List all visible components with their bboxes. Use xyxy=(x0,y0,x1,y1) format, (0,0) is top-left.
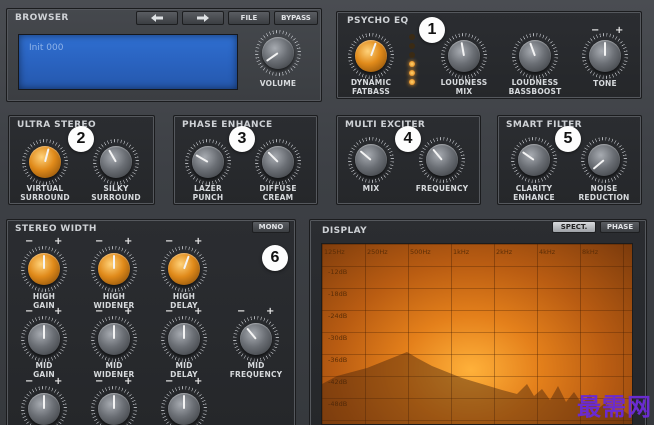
forward-button[interactable] xyxy=(182,11,224,25)
loudness-mix-knob[interactable] xyxy=(441,33,487,79)
knob-label: TONE xyxy=(593,79,617,88)
exciter-mix-knob[interactable] xyxy=(348,137,394,183)
arrow-left-icon xyxy=(151,14,163,22)
plus-icon: + xyxy=(194,236,203,247)
knob-label: MID FREQUENCY xyxy=(229,361,283,379)
volume-label: VOLUME xyxy=(259,79,297,88)
knob-label: LAZER PUNCH xyxy=(192,184,224,202)
display-title: DISPLAY xyxy=(322,226,368,236)
minus-icon: − xyxy=(165,376,174,387)
phase-enhance-title: PHASE ENHANCE xyxy=(182,120,273,130)
mid-widener-knob[interactable] xyxy=(91,316,137,362)
minus-icon: − xyxy=(165,236,174,247)
minus-icon: − xyxy=(95,236,104,247)
arrow-right-icon xyxy=(197,14,209,22)
knob-label: HIGH DELAY xyxy=(170,292,198,310)
mid-gain-knob[interactable] xyxy=(21,316,67,362)
browser-title: BROWSER xyxy=(15,13,69,23)
knob-label: HIGH WIDENER xyxy=(93,292,135,310)
knob-label: VIRTUAL SURROUND xyxy=(20,184,70,202)
mid-frequency-knob[interactable] xyxy=(233,316,279,362)
exciter-frequency-knob[interactable] xyxy=(419,137,465,183)
low-knob-1[interactable] xyxy=(21,386,67,425)
volume-knob[interactable] xyxy=(255,30,301,76)
minus-icon: − xyxy=(25,376,34,387)
file-button[interactable]: FILE xyxy=(228,11,270,25)
bypass-button[interactable]: BYPASS xyxy=(274,11,318,25)
silky-surround-knob[interactable] xyxy=(93,139,139,185)
plus-icon: + xyxy=(124,376,133,387)
psycho-eq-title: PSYCHO EQ xyxy=(347,16,409,26)
dynamic-fatbass-knob[interactable] xyxy=(348,33,394,79)
plus-icon: + xyxy=(124,236,133,247)
section-badge-1: 1 xyxy=(419,17,445,43)
clarity-enhance-knob[interactable] xyxy=(511,137,557,183)
tone-knob[interactable] xyxy=(582,33,628,79)
minus-icon: − xyxy=(25,306,34,317)
knob-label: DYNAMIC FATBASS xyxy=(350,78,392,96)
plus-icon: + xyxy=(54,306,63,317)
minus-icon: − xyxy=(25,236,34,247)
minus-icon: − xyxy=(95,306,104,317)
knob-label: FREQUENCY xyxy=(415,184,469,193)
noise-reduction-knob[interactable] xyxy=(581,137,627,183)
watermark-text: 最需网 xyxy=(577,393,652,421)
knob-label: LOUDNESS MIX xyxy=(440,78,488,96)
watermark-logo: 最需网 xyxy=(530,387,652,423)
plus-icon: + xyxy=(266,306,275,317)
knob-label: LOUDNESS BASSBOOST xyxy=(508,78,562,96)
back-button[interactable] xyxy=(136,11,178,25)
minus-icon: − xyxy=(95,376,104,387)
section-badge-2: 2 xyxy=(68,126,94,152)
preset-name: Init 000 xyxy=(29,43,64,53)
section-badge-5: 5 xyxy=(555,126,581,152)
stereo-width-title: STEREO WIDTH xyxy=(15,224,97,234)
loudness-bassboost-knob[interactable] xyxy=(512,33,558,79)
knob-label: MID WIDENER xyxy=(93,361,135,379)
knob-label: HIGH GAIN xyxy=(32,292,56,310)
phase-button[interactable]: PHASE xyxy=(600,221,640,233)
plus-icon: + xyxy=(615,25,624,36)
plus-icon: + xyxy=(124,306,133,317)
minus-icon: − xyxy=(237,306,246,317)
knob-label: MID GAIN xyxy=(33,361,55,379)
knob-label: MID DELAY xyxy=(170,361,198,379)
spectrum-button[interactable]: SPECT. xyxy=(552,221,596,233)
knob-label: SILKY SURROUND xyxy=(91,184,141,202)
section-badge-6: 6 xyxy=(262,245,288,271)
low-knob-2[interactable] xyxy=(91,386,137,425)
plus-icon: + xyxy=(194,306,203,317)
preset-display[interactable]: Init 000 xyxy=(18,34,238,90)
mid-delay-knob[interactable] xyxy=(161,316,207,362)
plugin-window: BROWSER FILE BYPASS Init 000 VOLUME PSYC… xyxy=(0,0,654,425)
low-knob-3[interactable] xyxy=(161,386,207,425)
mono-button[interactable]: MONO xyxy=(252,221,290,233)
plus-icon: + xyxy=(194,376,203,387)
minus-icon: − xyxy=(165,306,174,317)
plus-icon: + xyxy=(54,376,63,387)
lazer-punch-knob[interactable] xyxy=(185,139,231,185)
section-badge-4: 4 xyxy=(395,126,421,152)
knob-label: MIX xyxy=(362,184,380,193)
knob-label: DIFFUSE CREAM xyxy=(259,184,297,202)
diffuse-cream-knob[interactable] xyxy=(255,139,301,185)
virtual-surround-knob[interactable] xyxy=(22,139,68,185)
high-gain-knob[interactable] xyxy=(21,246,67,292)
high-delay-knob[interactable] xyxy=(161,246,207,292)
section-badge-3: 3 xyxy=(229,126,255,152)
knob-label: NOISE REDUCTION xyxy=(578,184,630,202)
plus-icon: + xyxy=(54,236,63,247)
knob-label: CLARITY ENHANCE xyxy=(513,184,555,202)
high-widener-knob[interactable] xyxy=(91,246,137,292)
